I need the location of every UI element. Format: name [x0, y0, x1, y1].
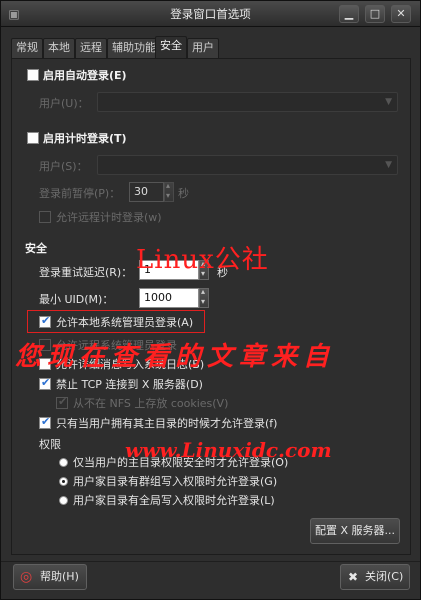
autologin-checkbox[interactable] — [27, 69, 39, 81]
deny-tcp-label: 禁止 TCP 连接到 X 服务器(D) — [56, 378, 203, 391]
permissions-heading: 权限 — [39, 438, 61, 451]
require-home-owner-checkbox[interactable] — [39, 415, 51, 429]
min-uid-spin-arrows[interactable] — [199, 287, 209, 308]
timed-login-user-label: 用户(S)： — [39, 160, 88, 173]
min-uid-label: 最小 UID(M)： — [39, 293, 114, 306]
maximize-button[interactable]: □ — [365, 5, 385, 23]
tab-security[interactable]: 安全 — [155, 36, 187, 59]
close-button-label: 关闭(C) — [365, 570, 404, 583]
help-button[interactable]: ◎ 帮助(H) — [13, 564, 87, 590]
close-button[interactable]: ✖ 关闭(C) — [340, 564, 410, 590]
watermark-url: www.Linuxidc.com — [125, 438, 332, 462]
watermark-brand: Linux公社 — [136, 245, 269, 275]
chevron-down-icon: ▼ — [385, 97, 392, 107]
radio-group-writable[interactable] — [59, 477, 68, 486]
remote-timed-login-label: 允许远程计时登录(w) — [56, 211, 162, 224]
pause-spinbox[interactable]: 30 — [129, 182, 164, 202]
nfs-cookies-checkbox[interactable] — [56, 395, 68, 409]
remote-timed-login-checkbox[interactable] — [39, 211, 51, 223]
title-bar[interactable]: ▣ 登录窗口首选项 ▁ □ ✕ — [1, 1, 420, 27]
preferences-window: ▣ 登录窗口首选项 ▁ □ ✕ 常规 本地 远程 辅助功能 安全 用户 启用自动… — [0, 0, 421, 600]
security-heading: 安全 — [25, 242, 47, 255]
retry-delay-label: 登录重试延迟(R)： — [39, 266, 133, 279]
tab-users[interactable]: 用户 — [187, 38, 219, 58]
radio-secure-home[interactable] — [59, 458, 68, 467]
footer-divider — [1, 561, 420, 562]
tab-local[interactable]: 本地 — [43, 38, 75, 58]
radio-world-writable-label: 用户家目录有全局写入权限时允许登录(L) — [73, 494, 275, 507]
help-button-label: 帮助(H) — [40, 570, 79, 583]
nfs-cookies-label: 从不在 NFS 上存放 cookies(V) — [73, 397, 229, 410]
min-uid-spinbox[interactable]: 1000 — [139, 288, 199, 308]
allow-local-admin-label: 允许本地系统管理员登录(A) — [56, 316, 194, 329]
autologin-user-combo[interactable]: ▼ — [97, 92, 398, 112]
lifebuoy-icon: ◎ — [20, 569, 33, 585]
autologin-label: 启用自动登录(E) — [43, 69, 127, 82]
require-home-owner-label: 只有当用户拥有其主目录的时候才允许登录(f) — [56, 417, 278, 430]
radio-group-writable-label: 用户家目录有群组写入权限时允许登录(G) — [73, 475, 278, 488]
allow-local-admin-checkbox[interactable] — [39, 314, 51, 328]
pause-spin-arrows[interactable] — [164, 181, 174, 202]
autologin-user-label: 用户(U)： — [39, 97, 89, 110]
tab-general[interactable]: 常规 — [11, 38, 43, 58]
chevron-down-icon: ▼ — [385, 160, 392, 170]
configure-x-server-button[interactable]: 配置 X 服务器... — [310, 518, 400, 544]
timed-login-checkbox[interactable] — [27, 132, 39, 144]
timed-login-user-combo[interactable]: ▼ — [97, 155, 398, 175]
pause-unit: 秒 — [178, 187, 189, 200]
watermark-source-text: 您现在查看的文章来自 — [15, 342, 336, 372]
radio-world-writable[interactable] — [59, 496, 68, 505]
pause-label: 登录前暂停(P)： — [39, 187, 121, 200]
timed-login-label: 启用计时登录(T) — [43, 132, 127, 145]
close-window-button[interactable]: ✕ — [391, 5, 411, 23]
close-icon: ✖ — [348, 570, 359, 584]
deny-tcp-checkbox[interactable] — [39, 376, 51, 390]
minimize-button[interactable]: ▁ — [339, 5, 359, 23]
tab-accessibility[interactable]: 辅助功能 — [107, 38, 161, 58]
tab-remote[interactable]: 远程 — [75, 38, 107, 58]
